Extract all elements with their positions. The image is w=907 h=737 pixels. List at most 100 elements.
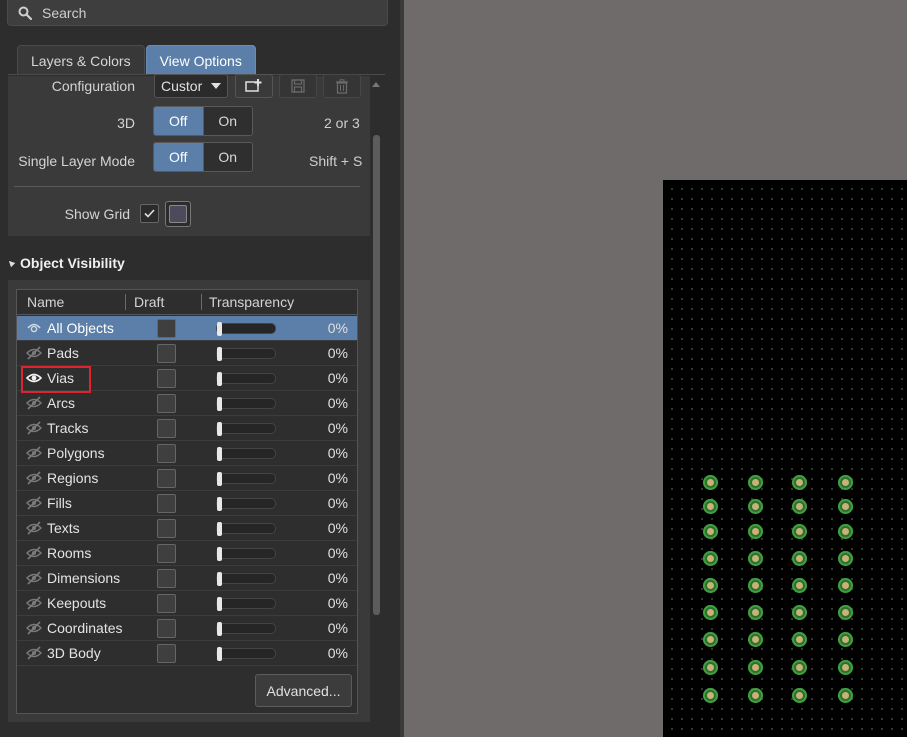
table-row[interactable]: 3D Body 0%	[17, 641, 357, 666]
via[interactable]	[747, 498, 763, 514]
slider-handle[interactable]	[217, 622, 222, 636]
transparency-slider[interactable]	[216, 597, 276, 611]
3d-on-option[interactable]: On	[202, 107, 252, 135]
transparency-slider[interactable]	[216, 572, 276, 586]
via[interactable]	[837, 604, 853, 620]
via[interactable]	[702, 550, 718, 566]
single-layer-off-option[interactable]: Off	[154, 143, 203, 171]
via[interactable]	[837, 577, 853, 593]
panel-splitter[interactable]	[400, 0, 404, 737]
eye-slash-icon[interactable]	[26, 421, 42, 435]
draft-checkbox[interactable]	[157, 594, 176, 613]
draft-checkbox[interactable]	[157, 369, 176, 388]
pcb-canvas[interactable]	[663, 180, 907, 737]
slider-handle[interactable]	[217, 647, 222, 661]
via[interactable]	[837, 631, 853, 647]
object-visibility-header[interactable]: Object Visibility	[6, 255, 125, 271]
column-separator[interactable]	[125, 294, 126, 310]
tab-layers-colors[interactable]: Layers & Colors	[17, 45, 145, 75]
via[interactable]	[702, 498, 718, 514]
slider-handle[interactable]	[217, 422, 222, 436]
column-header-name[interactable]: Name	[27, 294, 64, 310]
eye-slash-icon[interactable]	[26, 546, 42, 560]
draft-checkbox[interactable]	[157, 569, 176, 588]
via[interactable]	[747, 631, 763, 647]
via[interactable]	[747, 659, 763, 675]
via[interactable]	[837, 687, 853, 703]
draft-checkbox[interactable]	[157, 519, 176, 538]
show-grid-checkbox[interactable]	[140, 204, 159, 223]
transparency-slider[interactable]	[216, 322, 276, 336]
table-row[interactable]: Pads 0%	[17, 341, 357, 366]
transparency-slider[interactable]	[216, 347, 276, 361]
draft-checkbox[interactable]	[157, 319, 176, 338]
draft-checkbox[interactable]	[157, 469, 176, 488]
slider-handle[interactable]	[217, 497, 222, 511]
via[interactable]	[702, 523, 718, 539]
via[interactable]	[791, 550, 807, 566]
slider-handle[interactable]	[217, 547, 222, 561]
table-row[interactable]: Coordinates 0%	[17, 616, 357, 641]
eye-slash-icon[interactable]	[26, 521, 42, 535]
via[interactable]	[837, 474, 853, 490]
draft-checkbox[interactable]	[157, 494, 176, 513]
via[interactable]	[702, 577, 718, 593]
tab-view-options[interactable]: View Options	[145, 45, 256, 75]
via[interactable]	[702, 631, 718, 647]
column-header-draft[interactable]: Draft	[134, 294, 164, 310]
table-row[interactable]: All Objects 0%	[17, 316, 357, 341]
via[interactable]	[791, 498, 807, 514]
via[interactable]	[791, 687, 807, 703]
via[interactable]	[791, 523, 807, 539]
table-row[interactable]: Arcs 0%	[17, 391, 357, 416]
transparency-slider[interactable]	[216, 522, 276, 536]
via[interactable]	[837, 550, 853, 566]
configuration-select[interactable]: Custor	[154, 74, 228, 98]
via[interactable]	[747, 550, 763, 566]
eye-slash-icon[interactable]	[26, 496, 42, 510]
eye-slash-icon[interactable]	[26, 446, 42, 460]
via[interactable]	[702, 687, 718, 703]
single-layer-on-option[interactable]: On	[202, 143, 252, 171]
slider-handle[interactable]	[217, 472, 222, 486]
advanced-button[interactable]: Advanced...	[255, 674, 352, 707]
table-row[interactable]: Regions 0%	[17, 466, 357, 491]
draft-checkbox[interactable]	[157, 344, 176, 363]
draft-checkbox[interactable]	[157, 444, 176, 463]
table-row[interactable]: Fills 0%	[17, 491, 357, 516]
scroll-up-arrow-icon[interactable]	[372, 82, 380, 87]
draft-checkbox[interactable]	[157, 419, 176, 438]
slider-handle[interactable]	[217, 322, 222, 336]
draft-checkbox[interactable]	[157, 644, 176, 663]
eye-slash-icon[interactable]	[26, 471, 42, 485]
3d-off-option[interactable]: Off	[154, 107, 203, 135]
via[interactable]	[791, 604, 807, 620]
partial-visibility-icon[interactable]	[26, 321, 42, 335]
eye-slash-icon[interactable]	[26, 596, 42, 610]
eye-slash-icon[interactable]	[26, 571, 42, 585]
via[interactable]	[791, 474, 807, 490]
slider-handle[interactable]	[217, 522, 222, 536]
new-configuration-button[interactable]	[235, 74, 273, 98]
via[interactable]	[791, 577, 807, 593]
transparency-slider[interactable]	[216, 547, 276, 561]
slider-handle[interactable]	[217, 572, 222, 586]
via[interactable]	[837, 498, 853, 514]
draft-checkbox[interactable]	[157, 394, 176, 413]
eye-slash-icon[interactable]	[26, 621, 42, 635]
eye-slash-icon[interactable]	[26, 646, 42, 660]
table-row[interactable]: Polygons 0%	[17, 441, 357, 466]
via[interactable]	[702, 474, 718, 490]
delete-configuration-button[interactable]	[323, 74, 361, 98]
transparency-slider[interactable]	[216, 397, 276, 411]
transparency-slider[interactable]	[216, 422, 276, 436]
table-row[interactable]: Rooms 0%	[17, 541, 357, 566]
slider-handle[interactable]	[217, 447, 222, 461]
transparency-slider[interactable]	[216, 622, 276, 636]
via[interactable]	[747, 687, 763, 703]
via[interactable]	[747, 523, 763, 539]
eye-slash-icon[interactable]	[26, 346, 42, 360]
transparency-slider[interactable]	[216, 372, 276, 386]
transparency-slider[interactable]	[216, 497, 276, 511]
grid-color-swatch[interactable]	[165, 201, 191, 227]
